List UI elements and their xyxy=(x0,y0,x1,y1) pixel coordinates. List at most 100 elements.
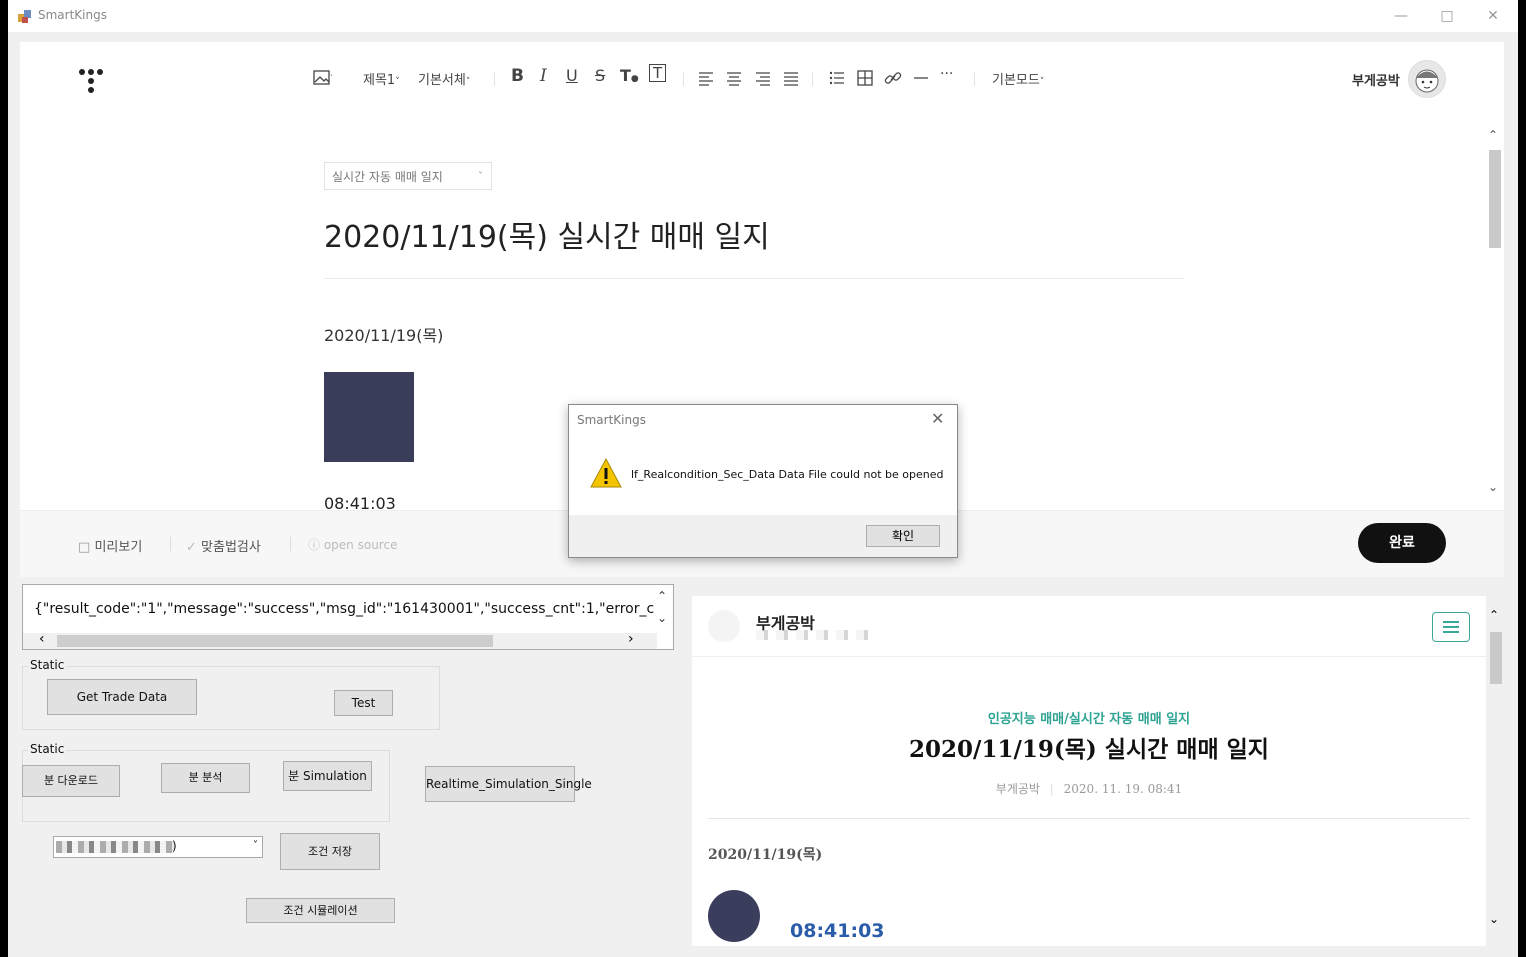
scroll-down-icon[interactable]: ⌄ xyxy=(1488,480,1498,494)
heading-select[interactable]: 제목1˅ xyxy=(363,69,400,88)
heading-label: 제목1 xyxy=(363,73,396,88)
preview-scrollbar[interactable]: ⌃ ⌄ xyxy=(1486,606,1504,936)
align-left-icon[interactable] xyxy=(696,68,716,88)
hamburger-menu-icon[interactable] xyxy=(1432,612,1470,642)
title-divider xyxy=(324,278,1184,279)
scrollbar-thumb[interactable] xyxy=(1490,632,1502,684)
monitor-icon: □ xyxy=(78,540,91,555)
font-label: 기본서체 xyxy=(418,73,466,88)
preview-meta: 부게공박 | 2020. 11. 19. 08:41 xyxy=(692,780,1486,797)
align-right-icon[interactable] xyxy=(753,68,773,88)
more-icon[interactable]: ··· xyxy=(940,66,953,82)
preview-image[interactable] xyxy=(708,890,760,942)
app-icon xyxy=(18,10,31,23)
preview-header: 부게공박 xyxy=(692,596,1486,657)
spellcheck-button[interactable]: ✓ 맞춤법검사 xyxy=(186,536,261,555)
avatar[interactable] xyxy=(1408,60,1446,98)
scrollbar-thumb[interactable] xyxy=(57,635,493,647)
tistory-logo-icon[interactable] xyxy=(78,68,108,96)
italic-icon[interactable]: I xyxy=(540,66,547,86)
trade-group-label: Static xyxy=(28,658,67,672)
preview-label: 미리보기 xyxy=(94,540,143,555)
get-trade-data-button[interactable]: Get Trade Data xyxy=(47,679,197,715)
footer-divider xyxy=(290,537,291,551)
minute-simulation-button[interactable]: 분 Simulation xyxy=(283,761,372,791)
dialog-footer: 확인 xyxy=(569,515,957,557)
save-condition-button[interactable]: 조건 저장 xyxy=(280,833,380,870)
ok-button[interactable]: 확인 xyxy=(866,525,940,547)
link-icon[interactable] xyxy=(883,68,903,88)
avatar-face-icon xyxy=(1415,69,1439,93)
text-color-icon[interactable]: T● xyxy=(620,66,639,85)
editor-scrollbar[interactable]: ⌃ ⌄ xyxy=(1486,116,1504,510)
image-insert-icon[interactable]: ˅ xyxy=(312,68,332,88)
dialog-message: lf_Realcondition_Sec_Data Data File coul… xyxy=(631,468,944,481)
body-date-text[interactable]: 2020/11/19(목) xyxy=(324,322,443,346)
spellcheck-label: 맞춤법검사 xyxy=(201,540,261,555)
body-image[interactable] xyxy=(324,372,414,462)
scroll-up-icon[interactable]: ⌃ xyxy=(657,589,667,603)
preview-author[interactable]: 부게공박 xyxy=(996,782,1040,796)
condition-combo-box[interactable]: ) ˅ xyxy=(53,836,263,858)
preview-title: 2020/11/19(목) 실시간 매매 일지 xyxy=(909,736,1269,763)
app-window: SmartKings — □ ✕ ˅ 제목1˅ 기본서체˅ B I U S T●… xyxy=(8,0,1518,957)
minute-download-button[interactable]: 분 다운로드 xyxy=(22,765,120,797)
body-time-text[interactable]: 08:41:03 xyxy=(324,494,396,510)
text-background-icon[interactable]: T xyxy=(649,64,667,82)
minute-analysis-button[interactable]: 분 분석 xyxy=(161,763,250,793)
strikethrough-icon[interactable]: S xyxy=(595,66,605,85)
preview-time: 08:41:03 xyxy=(790,920,885,942)
blog-preview-pane: 부게공박 인공지능 매매/실시간 자동 매매 일지 2020/11/19(목) … xyxy=(692,596,1486,946)
realtime-simulation-single-button[interactable]: Realtime_Simulation_Single xyxy=(425,766,592,802)
mode-select[interactable]: 기본모드˅ xyxy=(992,69,1044,88)
title-bar: SmartKings — □ ✕ xyxy=(8,0,1518,32)
horizontal-rule-icon[interactable] xyxy=(911,68,931,88)
scroll-down-icon[interactable]: ⌄ xyxy=(657,611,667,625)
scrollbar-thumb[interactable] xyxy=(1489,150,1501,248)
scroll-up-icon[interactable]: ⌃ xyxy=(1488,128,1498,142)
category-label: 실시간 자동 매매 일지 xyxy=(332,170,443,184)
open-source-link[interactable]: ⓘ open source xyxy=(308,536,397,553)
preview-divider xyxy=(708,818,1470,819)
bullet-list-icon[interactable] xyxy=(827,68,847,88)
chevron-down-icon[interactable]: ˅ xyxy=(253,840,258,851)
chevron-down-icon: ˅ xyxy=(1039,77,1045,87)
scroll-down-icon[interactable]: ⌄ xyxy=(1489,912,1499,926)
user-name[interactable]: 부게공박 xyxy=(1352,70,1400,89)
table-icon[interactable] xyxy=(855,68,875,88)
combo-value: ) xyxy=(172,839,177,853)
preview-category-link[interactable]: 인공지능 매매/실시간 자동 매매 일지 xyxy=(692,708,1486,727)
open-source-label: open source xyxy=(323,538,398,552)
mode-label: 기본모드 xyxy=(992,73,1040,88)
scroll-left-icon[interactable]: ‹ xyxy=(39,631,45,647)
toolbar-divider xyxy=(494,72,495,86)
toolbar-divider xyxy=(683,72,684,86)
post-title-input[interactable]: 2020/11/19(목) 실시간 매매 일지 xyxy=(324,212,770,256)
info-icon: ⓘ xyxy=(308,538,321,552)
condition-simulation-button[interactable]: 조건 시뮬레이션 xyxy=(246,898,395,923)
minute-group-label: Static xyxy=(28,742,67,756)
done-button[interactable]: 완료 xyxy=(1358,523,1446,563)
error-dialog: SmartKings ✕ lf_Realcondition_Sec_Data D… xyxy=(568,404,958,558)
response-text: {"result_code":"1","message":"success","… xyxy=(34,601,654,617)
horizontal-scrollbar[interactable]: ‹ › xyxy=(23,631,657,649)
underline-icon[interactable]: U xyxy=(566,66,578,85)
maximize-button[interactable]: □ xyxy=(1424,4,1470,28)
minimize-button[interactable]: — xyxy=(1378,4,1424,28)
bold-icon[interactable]: B xyxy=(511,66,524,86)
preview-button[interactable]: □ 미리보기 xyxy=(78,536,142,555)
test-button[interactable]: Test xyxy=(334,690,393,716)
meta-divider: | xyxy=(1049,782,1054,796)
blog-logo-icon[interactable] xyxy=(708,610,740,642)
scroll-up-icon[interactable]: ⌃ xyxy=(1489,608,1499,622)
align-justify-icon[interactable] xyxy=(781,68,801,88)
close-button[interactable]: ✕ xyxy=(1470,4,1516,28)
category-select[interactable]: 실시간 자동 매매 일지 ˅ xyxy=(324,162,492,190)
align-center-icon[interactable] xyxy=(724,68,744,88)
preview-date: 2020/11/19(목) xyxy=(708,847,823,863)
chevron-down-icon: ˅ xyxy=(478,171,483,182)
dialog-close-icon[interactable]: ✕ xyxy=(931,409,944,428)
response-text-box[interactable]: {"result_code":"1","message":"success","… xyxy=(22,584,674,650)
font-select[interactable]: 기본서체˅ xyxy=(418,69,470,88)
scroll-right-icon[interactable]: › xyxy=(628,631,634,647)
